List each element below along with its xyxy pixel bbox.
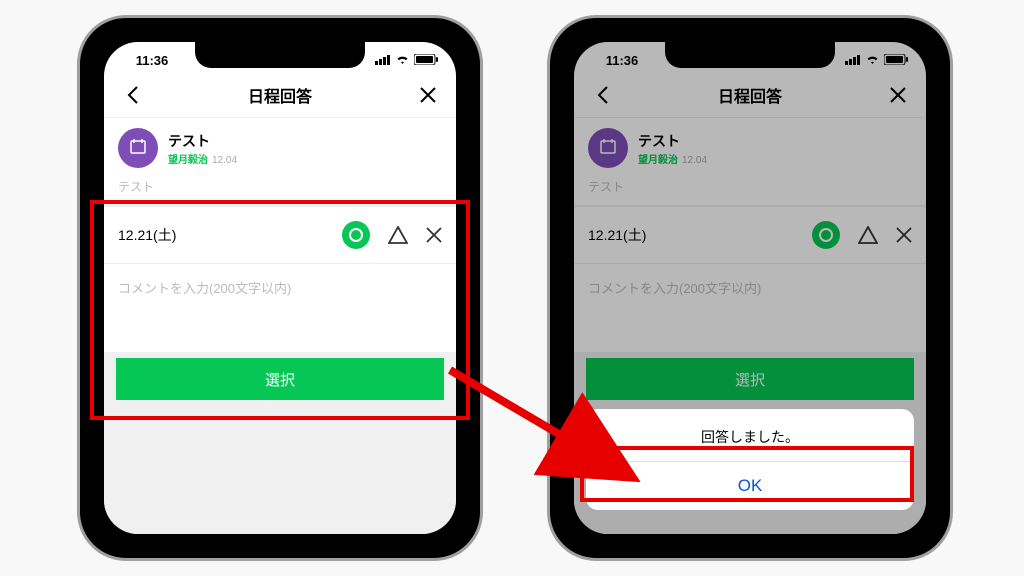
event-card: テスト 望月毅治 12.04 テスト [104, 118, 456, 205]
event-meta: テスト 望月毅治 12.04 [168, 131, 237, 166]
phone-bezel: 11:36 日程回答 [80, 18, 480, 558]
option-yes[interactable] [342, 221, 370, 249]
battery-icon [414, 53, 438, 68]
screen: 11:36 日程回答 [574, 42, 926, 534]
back-button[interactable] [120, 83, 144, 107]
phone-left: 11:36 日程回答 [80, 18, 480, 558]
circle-icon [349, 228, 363, 242]
wifi-icon [395, 53, 410, 68]
organizer-name: 望月毅治 [168, 155, 208, 166]
calendar-icon [129, 137, 147, 160]
event-sub: 望月毅治 12.04 [168, 151, 237, 166]
content: テスト 望月毅治 12.04 テスト 12.21(土) [104, 118, 456, 534]
date-text: 12.21(土) [118, 225, 176, 245]
phone-right: 11:36 日程回答 [550, 18, 950, 558]
event-created: 12.04 [212, 155, 237, 166]
signal-icon [375, 53, 391, 68]
header-title: 日程回答 [144, 83, 416, 107]
confirm-message: 回答しました。 [586, 409, 914, 462]
confirm-ok-button[interactable]: OK [586, 462, 914, 510]
phone-bezel: 11:36 日程回答 [550, 18, 950, 558]
option-maybe[interactable] [388, 226, 408, 244]
notch [195, 42, 365, 68]
comment-input[interactable]: コメントを入力(200文字以内) [104, 264, 456, 352]
close-button[interactable] [416, 83, 440, 107]
app-header: 日程回答 [104, 72, 456, 118]
avatar [118, 128, 158, 168]
event-note: テスト [118, 178, 442, 195]
status-time: 11:36 [122, 53, 182, 68]
screen: 11:36 日程回答 [104, 42, 456, 534]
confirm-ok-label: OK [738, 476, 763, 495]
select-button[interactable]: 選択 [116, 358, 444, 400]
response-options [342, 221, 442, 249]
notch [665, 42, 835, 68]
option-no[interactable] [426, 227, 442, 243]
comment-placeholder: コメントを入力(200文字以内) [118, 281, 291, 296]
date-row: 12.21(土) [104, 206, 456, 264]
event-header: テスト 望月毅治 12.04 [118, 128, 442, 168]
event-title: テスト [168, 131, 237, 151]
status-icons [375, 53, 438, 68]
confirm-sheet: 回答しました。 OK [586, 409, 914, 510]
select-button-label: 選択 [265, 369, 295, 390]
